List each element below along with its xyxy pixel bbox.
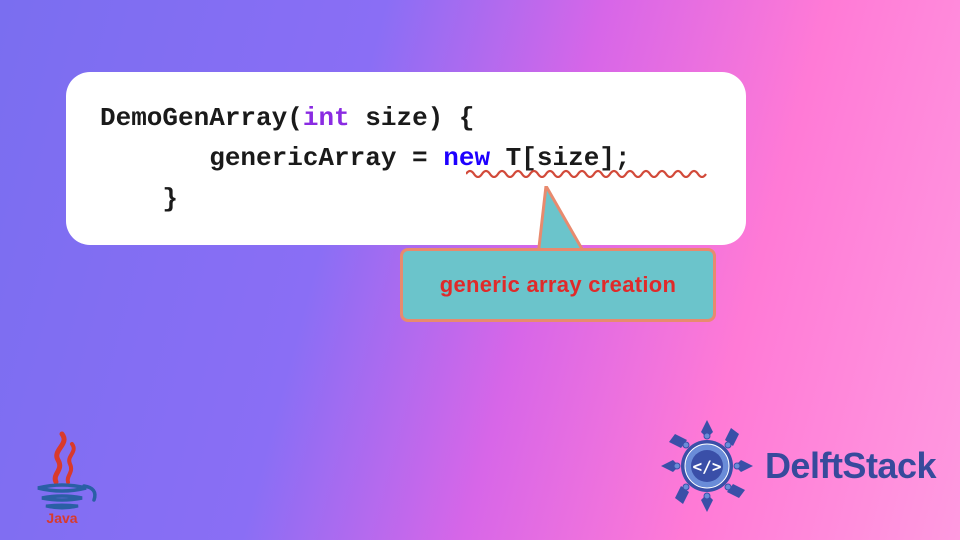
svg-text:</>: </> xyxy=(692,457,721,476)
code-snippet-card: DemoGenArray(int size) { genericArray = … xyxy=(66,72,746,245)
callout-text: generic array creation xyxy=(440,272,677,298)
java-logo-icon: Java xyxy=(22,426,102,526)
code-text: genericArray = xyxy=(100,143,443,173)
code-text: DemoGenArray( xyxy=(100,103,303,133)
error-callout: generic array creation xyxy=(400,248,716,322)
code-text: size) { xyxy=(350,103,475,133)
error-squiggle-icon xyxy=(466,168,710,178)
delftstack-logo: </> DelftStack xyxy=(657,416,936,516)
keyword-int: int xyxy=(303,103,350,133)
delftstack-mandala-icon: </> xyxy=(657,416,757,516)
svg-text:Java: Java xyxy=(46,510,77,526)
delftstack-text: DelftStack xyxy=(765,445,936,487)
code-line-3: } xyxy=(100,179,712,219)
code-line-1: DemoGenArray(int size) { xyxy=(100,98,712,138)
callout-arrow-icon xyxy=(536,186,600,256)
